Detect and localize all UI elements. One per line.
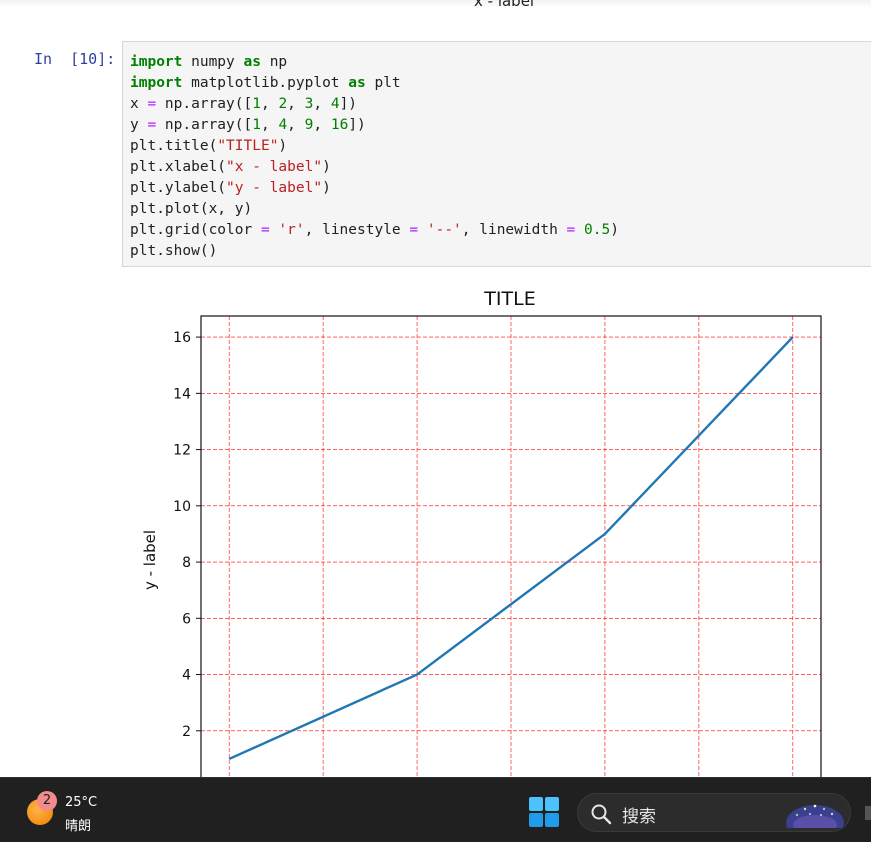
y-tick-label: 14 xyxy=(173,386,191,402)
y-tick-label: 6 xyxy=(182,611,191,627)
search-highlight-icon xyxy=(786,804,844,828)
grid-lines xyxy=(201,316,821,780)
code-line[interactable]: import matplotlib.pyplot as plt xyxy=(130,73,871,94)
y-tick-label: 10 xyxy=(173,499,191,515)
search-placeholder: 搜索 xyxy=(622,807,656,827)
code-token: ) xyxy=(322,180,331,196)
code-token: plt xyxy=(365,75,401,91)
code-token: "TITLE" xyxy=(217,138,279,154)
code-token: np xyxy=(260,54,288,70)
code-token: , xyxy=(287,96,305,112)
code-token: 1 xyxy=(252,96,261,112)
windows-start-icon[interactable] xyxy=(528,796,560,828)
code-token: plt.ylabel( xyxy=(130,180,227,196)
previous-output-fragment: x - label xyxy=(0,0,871,8)
code-token: , xyxy=(313,117,331,133)
code-token: ]) xyxy=(348,117,366,133)
code-token: 1 xyxy=(252,117,261,133)
code-token: as xyxy=(243,54,261,70)
code-token: = xyxy=(566,222,576,238)
code-token: "x - label" xyxy=(226,159,323,175)
code-token: , linestyle xyxy=(304,222,410,238)
chart-title: TITLE xyxy=(483,288,535,310)
y-tick-label: 2 xyxy=(182,724,191,740)
search-icon xyxy=(591,804,612,825)
code-token: 4 xyxy=(278,117,288,133)
weather-condition[interactable]: 晴朗 xyxy=(65,815,91,834)
code-token: import xyxy=(130,75,183,91)
code-token: 4 xyxy=(330,96,340,112)
code-line[interactable]: plt.ylabel("y - label") xyxy=(130,178,871,199)
code-editor[interactable]: import numpy as np import matplotlib.pypl… xyxy=(123,42,871,262)
code-token: 2 xyxy=(278,96,288,112)
tray-overflow-edge[interactable] xyxy=(865,806,871,820)
weather-badge: 2 xyxy=(37,791,57,811)
y-tick-label: 8 xyxy=(182,555,191,571)
plot-output: TITLE y - label 2 4 6 8 10 12 14 16 xyxy=(141,288,822,780)
code-token: = xyxy=(409,222,419,238)
code-line[interactable]: plt.show() xyxy=(130,241,871,262)
code-line[interactable]: plt.plot(x, y) xyxy=(130,199,871,220)
code-token: , xyxy=(287,117,305,133)
code-token: plt.xlabel( xyxy=(130,159,227,175)
code-token: ) xyxy=(322,159,331,175)
cell-prompt: In [10]: xyxy=(34,50,116,68)
y-tick-label: 16 xyxy=(173,330,191,346)
code-token: ) xyxy=(610,222,619,238)
code-token: ) xyxy=(278,138,288,154)
code-token: , xyxy=(260,117,279,133)
code-token: plt.title( xyxy=(130,138,218,154)
y-tick-label: 12 xyxy=(173,443,191,459)
weather-temperature[interactable]: 25°C xyxy=(65,795,97,810)
chart-ylabel: y - label xyxy=(141,530,159,590)
code-token: np.array([ xyxy=(156,96,253,112)
code-token: = xyxy=(147,117,157,133)
code-token: '--' xyxy=(426,222,462,238)
code-line[interactable]: plt.xlabel("x - label") xyxy=(130,157,871,178)
previous-xlabel: x - label xyxy=(474,0,534,8)
code-token: matplotlib.pyplot xyxy=(182,75,349,91)
code-token: numpy xyxy=(182,54,244,70)
code-token: 0.5 xyxy=(584,222,611,238)
code-token: "y - label" xyxy=(226,180,323,196)
code-token: x xyxy=(130,96,148,112)
code-line[interactable]: x = np.array([1, 2, 3, 4]) xyxy=(130,94,871,115)
code-token: ]) xyxy=(339,96,358,112)
code-token: , xyxy=(313,96,331,112)
code-line[interactable]: plt.title("TITLE") xyxy=(130,136,871,157)
code-token: , xyxy=(260,96,279,112)
taskbar-search-box[interactable]: 搜索 xyxy=(577,793,851,832)
taskbar: 2 25°C 晴朗 搜索 xyxy=(0,777,871,842)
code-token: np.array([ xyxy=(156,117,253,133)
code-line[interactable]: import numpy as np xyxy=(130,52,871,73)
code-token: plt.plot(x, y) xyxy=(130,201,253,217)
code-token: as xyxy=(348,75,366,91)
code-line[interactable]: y = np.array([1, 4, 9, 16]) xyxy=(130,115,871,136)
code-token: import xyxy=(130,54,183,70)
code-line[interactable]: plt.grid(color = 'r', linestyle = '--', … xyxy=(130,220,871,241)
y-axis-ticks: 2 4 6 8 10 12 14 16 xyxy=(173,330,201,740)
code-cell-input[interactable]: import numpy as np import matplotlib.pypl… xyxy=(122,41,871,267)
code-token: = xyxy=(147,96,157,112)
code-token: plt.grid(color xyxy=(130,222,261,238)
code-token: y xyxy=(130,117,148,133)
y-tick-label: 4 xyxy=(182,668,191,684)
code-token: 16 xyxy=(330,117,349,133)
code-token: 'r' xyxy=(278,222,305,238)
code-token: , linewidth xyxy=(461,222,567,238)
code-token: = xyxy=(260,222,270,238)
code-token: plt.show() xyxy=(130,243,218,259)
